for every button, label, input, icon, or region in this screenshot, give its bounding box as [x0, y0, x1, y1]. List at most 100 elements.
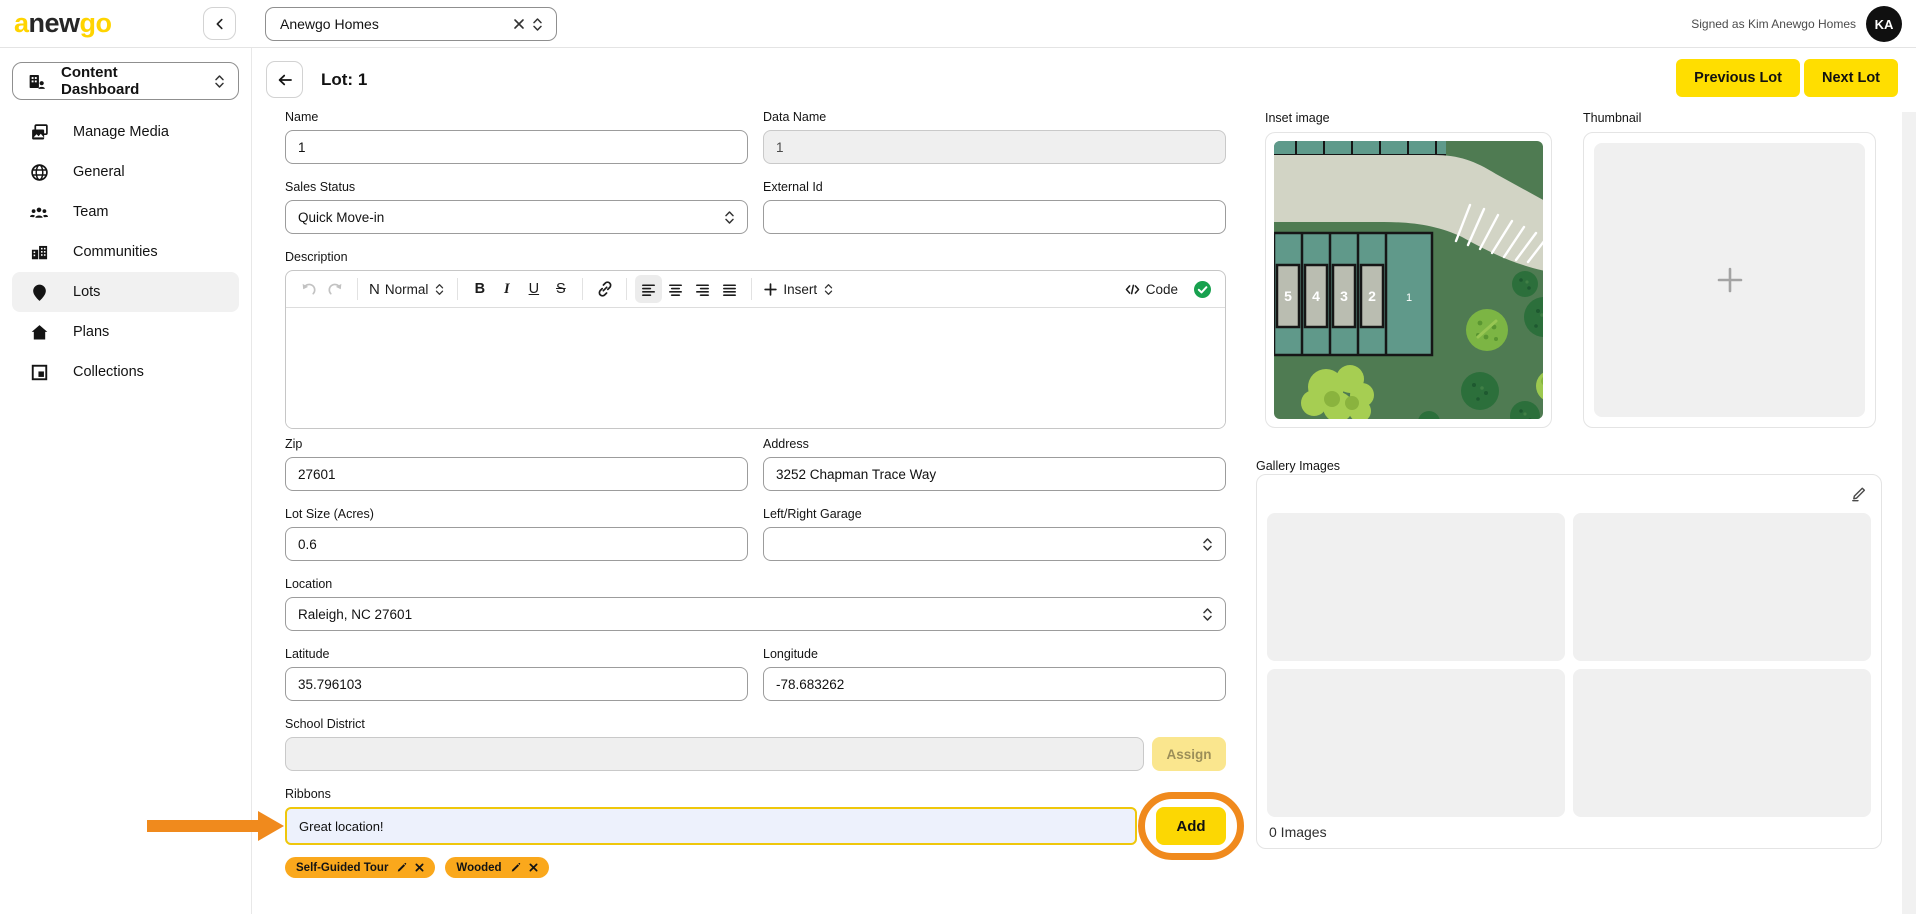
- previous-lot-button[interactable]: Previous Lot: [1676, 59, 1800, 97]
- align-left-button[interactable]: [635, 275, 662, 303]
- longitude-label: Longitude: [763, 648, 1226, 660]
- select-chevrons-icon[interactable]: [528, 14, 547, 35]
- sidebar-item-label: Team: [73, 204, 108, 220]
- data-name-label: Data Name: [763, 111, 1226, 123]
- ribbon-input[interactable]: [285, 807, 1137, 845]
- sidebar-item-communities[interactable]: Communities: [12, 232, 239, 272]
- strikethrough-button[interactable]: S: [547, 275, 574, 303]
- community-select-value: Anewgo Homes: [280, 16, 510, 32]
- team-icon: [29, 203, 49, 222]
- back-button[interactable]: [266, 61, 303, 98]
- format-select[interactable]: N Normal: [366, 275, 449, 303]
- lots-pin-icon: [29, 283, 49, 302]
- sidebar-item-plans[interactable]: Plans: [12, 312, 239, 352]
- sidebar-item-general[interactable]: General: [12, 152, 239, 192]
- garage-select[interactable]: [763, 527, 1226, 561]
- align-center-button[interactable]: [662, 275, 689, 303]
- sidebar-item-label: Communities: [73, 244, 158, 260]
- add-ribbon-button[interactable]: Add: [1156, 807, 1226, 845]
- saved-check-icon: [1189, 275, 1216, 303]
- code-icon: [1124, 281, 1141, 298]
- data-name-input: [763, 130, 1226, 164]
- assign-button[interactable]: Assign: [1152, 737, 1226, 771]
- sales-status-label: Sales Status: [285, 181, 748, 193]
- inset-image-card[interactable]: 5 4 3 2 1: [1265, 132, 1552, 428]
- ribbon-tags: Self-Guided Tour Wooded: [285, 857, 1226, 878]
- code-label: Code: [1146, 282, 1178, 297]
- clear-x-icon[interactable]: [510, 15, 528, 33]
- workspace-select[interactable]: Content Dashboard: [12, 62, 239, 100]
- name-input[interactable]: [285, 130, 748, 164]
- thumbnail-card[interactable]: [1583, 132, 1876, 428]
- zip-input[interactable]: [285, 457, 748, 491]
- description-field-group: Description N Normal B: [285, 251, 1226, 429]
- description-editor-body[interactable]: [286, 308, 1225, 428]
- edit-pencil-icon[interactable]: [510, 862, 521, 873]
- italic-button[interactable]: I: [493, 275, 520, 303]
- sidebar-item-manage-media[interactable]: Manage Media: [12, 112, 239, 152]
- scrollbar[interactable]: [1902, 112, 1916, 914]
- avatar[interactable]: KA: [1866, 6, 1902, 42]
- lot-form: Name Data Name Sales Status Quick Move-i…: [285, 111, 1226, 878]
- edit-pencil-icon[interactable]: [396, 862, 407, 873]
- sidebar-item-team[interactable]: Team: [12, 192, 239, 232]
- latitude-field-group: Latitude: [285, 648, 748, 701]
- gallery-images-label: Gallery Images: [1256, 459, 1340, 473]
- name-field-group: Name: [285, 111, 748, 164]
- external-id-label: External Id: [763, 181, 1226, 193]
- longitude-field-group: Longitude: [763, 648, 1226, 701]
- zip-label: Zip: [285, 438, 748, 450]
- communities-icon: [29, 243, 49, 262]
- svg-text:5: 5: [1284, 288, 1292, 304]
- sidebar-item-label: Plans: [73, 324, 109, 340]
- gallery-card: 0 Images: [1256, 474, 1882, 849]
- data-name-field-group: Data Name: [763, 111, 1226, 164]
- select-chevrons-icon: [433, 282, 446, 297]
- sidebar-item-lots[interactable]: Lots: [12, 272, 239, 312]
- undo-button[interactable]: [295, 275, 322, 303]
- top-bar: anewgo Anewgo Homes Signed as Kim Anewgo…: [0, 0, 1916, 48]
- svg-text:4: 4: [1312, 288, 1320, 304]
- bold-button[interactable]: B: [466, 275, 493, 303]
- code-button[interactable]: Code: [1121, 275, 1181, 303]
- collapse-sidebar-button[interactable]: [203, 7, 236, 40]
- zip-field-group: Zip: [285, 438, 748, 491]
- inset-site-plan-image: 5 4 3 2 1: [1274, 141, 1543, 419]
- page-title: Lot: 1: [321, 70, 367, 90]
- edit-pencil-icon[interactable]: [1850, 485, 1867, 502]
- school-district-label: School District: [285, 718, 1226, 730]
- remove-x-icon[interactable]: [415, 863, 424, 872]
- align-right-button[interactable]: [689, 275, 716, 303]
- format-glyph: N: [369, 281, 380, 298]
- thumbnail-label: Thumbnail: [1583, 111, 1641, 125]
- insert-select[interactable]: Insert: [760, 275, 838, 303]
- longitude-input[interactable]: [763, 667, 1226, 701]
- sales-status-select[interactable]: Quick Move-in: [285, 200, 748, 234]
- gallery-placeholder: [1267, 669, 1565, 817]
- school-district-field-group: School District Assign: [285, 718, 1226, 771]
- gallery-placeholder: [1573, 513, 1871, 661]
- community-select[interactable]: Anewgo Homes: [265, 7, 557, 41]
- link-button[interactable]: [591, 275, 618, 303]
- address-input[interactable]: [763, 457, 1226, 491]
- location-select[interactable]: Raleigh, NC 27601: [285, 597, 1226, 631]
- underline-button[interactable]: U: [520, 275, 547, 303]
- lot-size-input[interactable]: [285, 527, 748, 561]
- external-id-input[interactable]: [763, 200, 1226, 234]
- redo-button[interactable]: [322, 275, 349, 303]
- thumbnail-placeholder[interactable]: [1594, 143, 1865, 417]
- svg-text:3: 3: [1340, 288, 1348, 304]
- plus-icon: [763, 282, 778, 297]
- latitude-label: Latitude: [285, 648, 748, 660]
- toolbar-divider: [626, 278, 627, 300]
- latitude-input[interactable]: [285, 667, 748, 701]
- next-lot-button[interactable]: Next Lot: [1804, 59, 1898, 97]
- select-chevrons-icon: [722, 209, 737, 226]
- toolbar-divider: [751, 278, 752, 300]
- editor-toolbar: N Normal B I U S: [286, 271, 1225, 308]
- toolbar-divider: [357, 278, 358, 300]
- align-justify-button[interactable]: [716, 275, 743, 303]
- remove-x-icon[interactable]: [529, 863, 538, 872]
- sidebar-item-collections[interactable]: Collections: [12, 352, 239, 392]
- add-plus-icon: [1713, 263, 1747, 297]
